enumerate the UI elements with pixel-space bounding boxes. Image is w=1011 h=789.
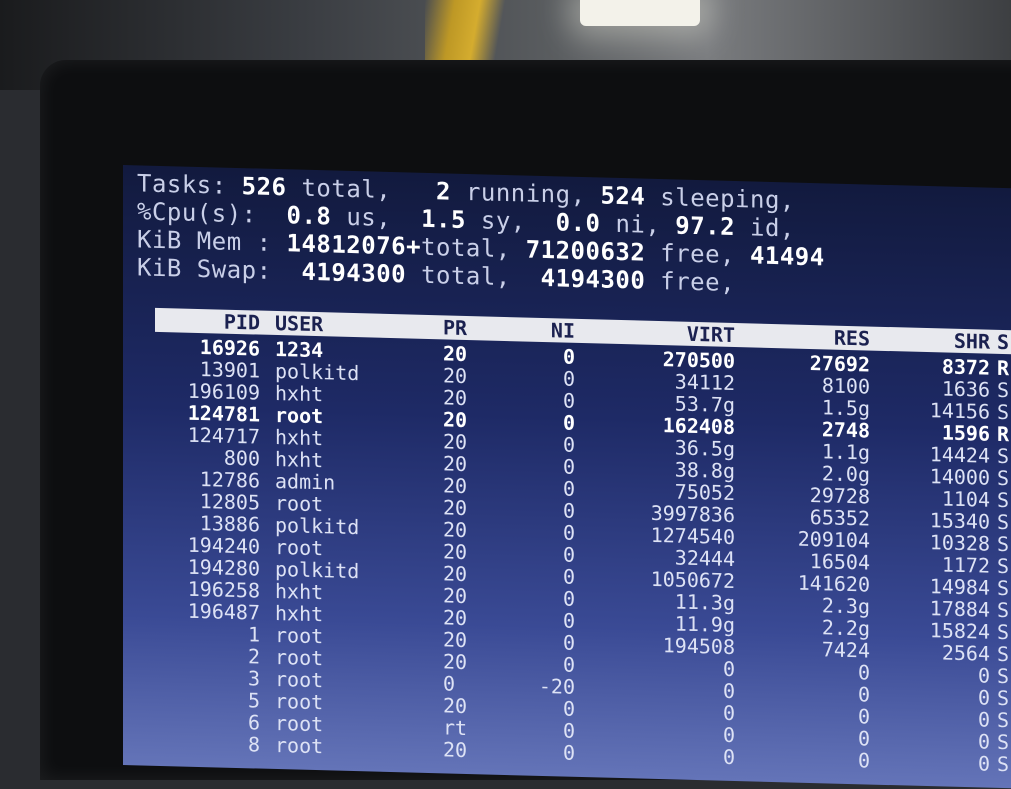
tasks-running: 2 xyxy=(436,177,451,206)
swap-total-label: total, xyxy=(421,260,511,292)
swap-total: 4194300 xyxy=(301,257,407,289)
cell-user: root xyxy=(275,732,324,759)
header-shr: SHR xyxy=(953,328,990,354)
cell-pr: 20 xyxy=(443,451,468,477)
cell-pr: 20 xyxy=(443,693,468,719)
cell-s: S xyxy=(997,399,1010,425)
header-res: RES xyxy=(833,325,870,351)
cell-pr: 20 xyxy=(443,429,468,455)
tasks-total-label: total, xyxy=(301,173,392,205)
cell-s: S xyxy=(997,751,1010,777)
mem-total-label: total, xyxy=(421,232,511,264)
header-pr: PR xyxy=(443,315,468,341)
cell-s: S xyxy=(997,377,1010,403)
header-virt: VIRT xyxy=(686,321,735,348)
terminal-screen: Tasks: 526 total, 2 running, 524 sleepin… xyxy=(123,165,1011,789)
cell-s: S xyxy=(997,729,1010,755)
cell-pr: 20 xyxy=(443,583,468,609)
cpu-ni-label: ni, xyxy=(615,209,661,240)
cell-pr: 20 xyxy=(443,473,468,499)
cell-s: S xyxy=(997,663,1010,689)
cell-pr: 20 xyxy=(443,605,468,631)
cell-s: R xyxy=(997,421,1010,447)
swap-label: KiB Swap: xyxy=(137,253,272,285)
cell-pr: 20 xyxy=(443,539,468,565)
tasks-total: 526 xyxy=(241,172,287,202)
cell-shr: 0 xyxy=(977,751,990,776)
cell-pr: rt xyxy=(443,715,468,741)
mem-label: KiB Mem : xyxy=(137,225,272,257)
cpu-id: 97.2 xyxy=(675,211,736,242)
cell-s: S xyxy=(997,531,1010,557)
mem-free: 71200632 xyxy=(525,235,646,267)
tasks-sleeping-label: sleeping, xyxy=(660,183,795,215)
mem-free-label: free, xyxy=(660,239,735,270)
header-ni: NI xyxy=(550,318,575,343)
cell-pr: 20 xyxy=(443,517,468,543)
cell-s: S xyxy=(997,685,1010,711)
cell-pr: 20 xyxy=(443,737,468,763)
cpu-sy: 1.5 xyxy=(421,204,466,234)
mem-total: 14812076+ xyxy=(286,229,422,261)
background-cable xyxy=(425,0,515,60)
cell-s: S xyxy=(997,509,1010,535)
cell-s: S xyxy=(997,641,1010,667)
header-s: S xyxy=(997,329,1010,355)
header-user: USER xyxy=(275,310,324,337)
cell-s: S xyxy=(997,443,1010,469)
cpu-ni: 0.0 xyxy=(555,208,601,238)
cell-pr: 20 xyxy=(443,649,468,675)
cell-ni: 0 xyxy=(562,740,575,765)
cpu-label: %Cpu(s): xyxy=(137,197,257,229)
cell-s: R xyxy=(997,355,1010,381)
cell-pr: 20 xyxy=(443,341,468,367)
tasks-running-label: running, xyxy=(465,177,586,210)
tasks-sleeping: 524 xyxy=(600,181,646,211)
tasks-label: Tasks: xyxy=(137,169,227,200)
swap-free-label: free, xyxy=(660,267,736,298)
cell-pr: 20 xyxy=(443,385,468,411)
ceiling-light xyxy=(580,0,700,26)
cell-s: S xyxy=(997,465,1010,491)
cell-pr: 20 xyxy=(443,561,468,587)
cell-res: 0 xyxy=(857,748,870,773)
cell-s: S xyxy=(997,553,1010,579)
swap-free: 4194300 xyxy=(540,263,646,295)
cell-pr: 20 xyxy=(443,407,468,433)
cell-pr: 20 xyxy=(443,363,468,389)
cell-pid: 8 xyxy=(247,732,260,757)
cell-pr: 0 xyxy=(443,671,456,696)
cell-pr: 20 xyxy=(443,627,468,653)
cell-s: S xyxy=(997,575,1010,601)
cpu-us: 0.8 xyxy=(286,201,332,231)
cell-s: S xyxy=(997,597,1010,623)
cell-s: S xyxy=(997,707,1010,733)
cell-virt: 0 xyxy=(722,744,735,770)
cpu-us-label: us, xyxy=(346,202,392,233)
mem-used: 41494 xyxy=(749,241,825,272)
cell-s: S xyxy=(997,619,1010,645)
cpu-id-label: id, xyxy=(750,213,795,243)
header-pid: PID xyxy=(223,309,260,335)
cell-pr: 20 xyxy=(443,495,468,521)
cell-s: S xyxy=(997,487,1010,513)
cpu-sy-label: sy, xyxy=(480,206,526,236)
